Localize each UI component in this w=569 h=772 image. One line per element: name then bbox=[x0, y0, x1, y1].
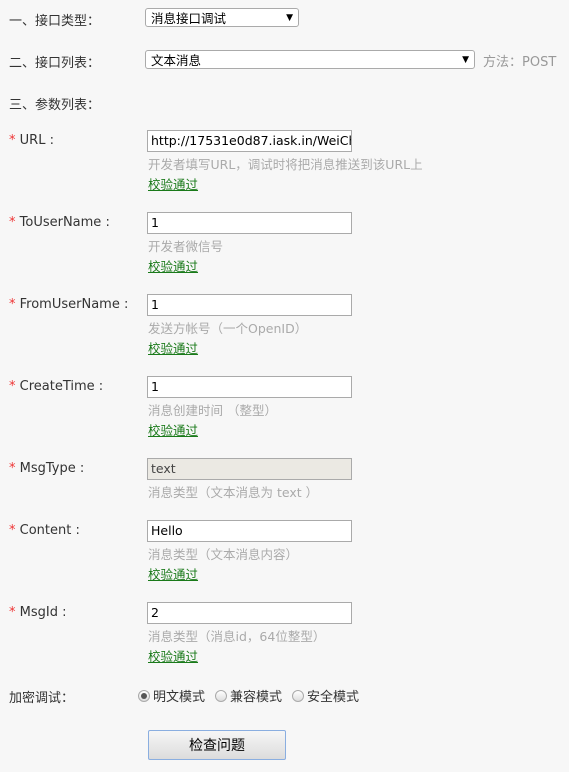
param-hint: 消息类型（消息id，64位整型） bbox=[148, 629, 326, 644]
interface-type-label: 一、接口类型： bbox=[9, 14, 101, 29]
validation-status: 校验通过 bbox=[148, 341, 199, 356]
param-input: text bbox=[147, 458, 352, 480]
params-label: 三、参数列表： bbox=[9, 98, 101, 113]
required-mark: * bbox=[9, 605, 16, 620]
encrypt-mode-group: 明文模式 兼容模式 安全模式 bbox=[138, 686, 365, 705]
param-name: FromUserName : bbox=[19, 297, 129, 312]
param-label: * Content : bbox=[9, 523, 80, 538]
radio-secure-mode[interactable]: 安全模式 bbox=[292, 686, 359, 705]
param-input[interactable]: 1 bbox=[147, 212, 352, 234]
param-input[interactable]: 1 bbox=[147, 376, 352, 398]
interface-list-value: 文本消息 bbox=[151, 53, 202, 68]
chevron-down-icon: ▼ bbox=[286, 12, 293, 23]
interface-list-select[interactable]: 文本消息 ▼ bbox=[145, 50, 475, 69]
radio-compatible-mode[interactable]: 兼容模式 bbox=[215, 686, 282, 705]
param-label: * URL : bbox=[9, 133, 54, 148]
interface-type-value: 消息接口调试 bbox=[151, 11, 227, 26]
param-hint: 开发者填写URL，调试时将把消息推送到该URL上 bbox=[148, 157, 423, 172]
encrypt-label: 加密调试： bbox=[9, 691, 75, 706]
radio-icon[interactable] bbox=[292, 689, 305, 702]
param-name: ToUserName : bbox=[19, 215, 110, 230]
param-hint: 消息类型（文本消息为 text ） bbox=[148, 485, 319, 500]
param-name: MsgId : bbox=[19, 605, 67, 620]
validation-status: 校验通过 bbox=[148, 259, 199, 274]
param-label: * CreateTime : bbox=[9, 379, 103, 394]
radio-label: 明文模式 bbox=[153, 690, 206, 705]
radio-icon[interactable] bbox=[138, 689, 150, 702]
param-hint: 开发者微信号 bbox=[148, 239, 224, 254]
method-label: 方法：POST bbox=[483, 55, 557, 70]
validation-status: 校验通过 bbox=[148, 177, 199, 192]
param-label: * MsgType : bbox=[9, 461, 84, 476]
validation-status: 校验通过 bbox=[148, 649, 199, 664]
param-name: MsgType : bbox=[19, 461, 85, 476]
check-problem-button[interactable]: 检查问题 bbox=[148, 730, 286, 760]
required-mark: * bbox=[9, 215, 16, 230]
radio-icon[interactable] bbox=[215, 689, 228, 702]
param-input[interactable]: 2 bbox=[147, 602, 352, 624]
radio-label: 兼容模式 bbox=[230, 690, 283, 705]
param-label: * ToUserName : bbox=[9, 215, 110, 230]
required-mark: * bbox=[9, 523, 16, 538]
param-name: URL : bbox=[19, 133, 54, 148]
validation-status: 校验通过 bbox=[148, 567, 199, 582]
required-mark: * bbox=[9, 297, 16, 312]
chevron-down-icon: ▼ bbox=[462, 54, 469, 65]
param-hint: 消息创建时间 （整型） bbox=[148, 403, 277, 418]
required-mark: * bbox=[9, 133, 16, 148]
required-mark: * bbox=[9, 379, 16, 394]
param-input[interactable]: 1 bbox=[147, 294, 352, 316]
interface-type-select[interactable]: 消息接口调试 ▼ bbox=[145, 8, 299, 27]
param-input[interactable]: http://17531e0d87.iask.in/WeiChat/ bbox=[147, 130, 352, 152]
required-mark: * bbox=[9, 461, 16, 476]
param-label: * MsgId : bbox=[9, 605, 66, 620]
param-hint: 消息类型（文本消息内容） bbox=[148, 547, 299, 562]
validation-status: 校验通过 bbox=[148, 423, 199, 438]
param-label: * FromUserName : bbox=[9, 297, 128, 312]
radio-plain-mode[interactable]: 明文模式 bbox=[138, 686, 205, 705]
param-hint: 发送方帐号（一个OpenID） bbox=[148, 321, 308, 336]
param-name: CreateTime : bbox=[19, 379, 104, 394]
radio-label: 安全模式 bbox=[307, 690, 360, 705]
param-input[interactable]: Hello bbox=[147, 520, 352, 542]
interface-list-label: 二、接口列表： bbox=[9, 56, 101, 71]
param-name: Content : bbox=[19, 523, 80, 538]
